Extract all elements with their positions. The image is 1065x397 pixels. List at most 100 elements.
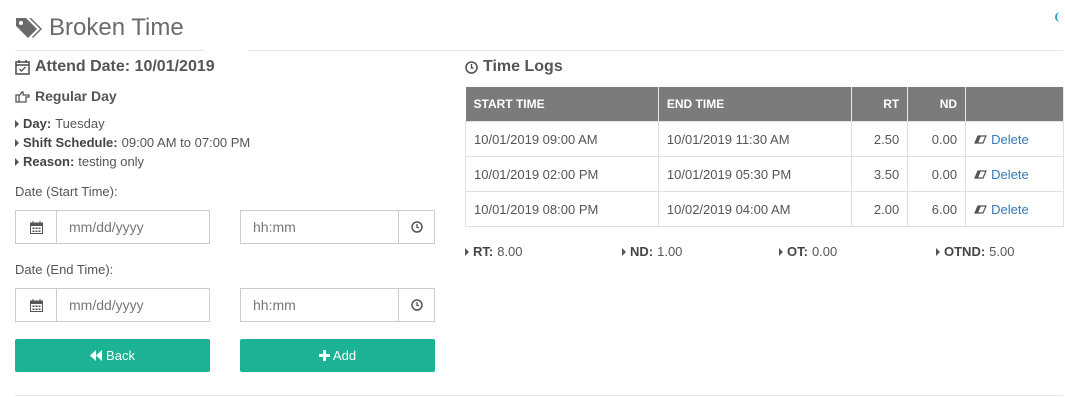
divider bbox=[248, 50, 1063, 51]
start-date-input[interactable] bbox=[57, 211, 209, 243]
add-button[interactable]: Add bbox=[240, 339, 435, 372]
clock-icon bbox=[465, 60, 478, 74]
hand-right-icon bbox=[15, 90, 30, 103]
cell-start-time: 10/01/2019 02:00 PM bbox=[465, 156, 659, 192]
cell-nd: 6.00 bbox=[907, 191, 967, 227]
back-button-label: Back bbox=[106, 348, 135, 363]
column-header-start-time: START TIME bbox=[465, 87, 659, 122]
end-date-input[interactable] bbox=[57, 289, 209, 321]
cell-rt: 3.50 bbox=[851, 156, 909, 192]
total-value: 5.00 bbox=[989, 244, 1015, 259]
total-value: 8.00 bbox=[497, 244, 523, 259]
detail-shift-schedule: Shift Schedule: 09:00 AM to 07:00 PM bbox=[15, 133, 435, 152]
detail-key: Shift Schedule: bbox=[23, 135, 118, 150]
detail-key: Reason: bbox=[23, 154, 75, 169]
delete-label: Delete bbox=[991, 201, 1029, 217]
end-time-group bbox=[240, 288, 435, 322]
page-header: Broken Time bbox=[15, 11, 184, 45]
divider bbox=[15, 50, 205, 51]
column-header-actions bbox=[965, 87, 1064, 122]
attend-date-label: Attend Date: 10/01/2019 bbox=[35, 58, 215, 75]
total-rt: RT: 8.00 bbox=[465, 244, 622, 259]
caret-right-icon bbox=[15, 119, 19, 128]
cell-rt: 2.00 bbox=[851, 191, 909, 227]
total-key: OTND: bbox=[944, 244, 986, 259]
cell-end-time: 10/01/2019 05:30 PM bbox=[657, 156, 853, 192]
clock-icon[interactable] bbox=[398, 211, 434, 243]
table-header-row: START TIME END TIME RT ND bbox=[465, 87, 1064, 122]
eraser-icon bbox=[974, 134, 988, 144]
total-key: RT: bbox=[473, 244, 494, 259]
details-list: Day: Tuesday Shift Schedule: 09:00 AM to… bbox=[15, 114, 435, 171]
form-panel: Attend Date: 10/01/2019 Regular Day Day:… bbox=[15, 56, 435, 372]
day-type-label: Regular Day bbox=[35, 88, 117, 104]
cell-start-time: 10/01/2019 09:00 AM bbox=[465, 121, 659, 157]
totals-row: RT: 8.00 ND: 1.00 OT: 0.00 OTND: 5.00 bbox=[465, 244, 1064, 259]
cell-end-time: 10/02/2019 04:00 AM bbox=[657, 191, 853, 227]
caret-right-icon bbox=[15, 157, 19, 166]
start-time-input[interactable] bbox=[241, 211, 398, 243]
cell-actions: Delete bbox=[965, 191, 1064, 227]
delete-label: Delete bbox=[991, 166, 1029, 182]
time-logs-panel: Time Logs START TIME END TIME RT ND 10/0… bbox=[465, 56, 1064, 259]
calendar-icon[interactable] bbox=[16, 289, 57, 321]
delete-label: Delete bbox=[991, 131, 1029, 147]
start-time-label: Date (Start Time): bbox=[15, 184, 118, 199]
end-time-row bbox=[15, 288, 435, 322]
back-button[interactable]: Back bbox=[15, 339, 210, 372]
caret-right-icon bbox=[622, 247, 626, 256]
delete-link[interactable]: Delete bbox=[974, 167, 1055, 182]
caret-right-icon bbox=[779, 247, 783, 256]
detail-reason: Reason: testing only bbox=[15, 152, 435, 171]
delete-link[interactable]: Delete bbox=[974, 202, 1055, 217]
cell-nd: 0.00 bbox=[907, 156, 967, 192]
footer-divider bbox=[15, 395, 1063, 396]
time-logs-table: START TIME END TIME RT ND 10/01/2019 09:… bbox=[465, 87, 1064, 227]
time-logs-heading: Time Logs bbox=[465, 56, 1064, 78]
cell-rt: 2.50 bbox=[851, 121, 909, 157]
total-nd: ND: 1.00 bbox=[622, 244, 779, 259]
detail-value: testing only bbox=[78, 154, 145, 169]
caret-right-icon bbox=[465, 247, 469, 256]
caret-right-icon bbox=[936, 247, 940, 256]
detail-value: Tuesday bbox=[55, 116, 105, 131]
column-header-nd: ND bbox=[907, 87, 967, 122]
add-button-label: Add bbox=[332, 348, 357, 363]
attend-date-heading: Attend Date: 10/01/2019 bbox=[15, 56, 435, 78]
calendar-icon[interactable] bbox=[16, 211, 57, 243]
total-otnd: OTND: 5.00 bbox=[936, 244, 1064, 259]
day-type-heading: Regular Day bbox=[15, 86, 435, 106]
start-time-group bbox=[240, 210, 435, 244]
caret-right-icon bbox=[15, 138, 19, 147]
start-time-row bbox=[15, 210, 435, 244]
column-header-end-time: END TIME bbox=[658, 87, 853, 122]
table-row: 10/01/2019 02:00 PM 10/01/2019 05:30 PM … bbox=[465, 156, 1064, 192]
detail-day: Day: Tuesday bbox=[15, 114, 435, 133]
end-date-group bbox=[15, 288, 210, 322]
total-ot: OT: 0.00 bbox=[779, 244, 936, 259]
cell-nd: 0.00 bbox=[907, 121, 967, 157]
start-date-group bbox=[15, 210, 210, 244]
table-row: 10/01/2019 08:00 PM 10/02/2019 04:00 AM … bbox=[465, 191, 1064, 227]
tags-icon bbox=[16, 18, 42, 38]
end-time-label: Date (End Time): bbox=[15, 262, 114, 277]
total-key: ND: bbox=[630, 244, 654, 259]
calendar-check-icon bbox=[15, 60, 30, 75]
eraser-icon bbox=[974, 204, 988, 214]
time-logs-title: Time Logs bbox=[483, 58, 563, 75]
backward-icon bbox=[90, 350, 103, 361]
total-value: 1.00 bbox=[657, 244, 683, 259]
total-key: OT: bbox=[787, 244, 808, 259]
cell-actions: Delete bbox=[965, 156, 1064, 192]
delete-link[interactable]: Delete bbox=[974, 132, 1055, 147]
end-time-input[interactable] bbox=[241, 289, 398, 321]
eraser-icon bbox=[974, 169, 988, 179]
detail-key: Day: bbox=[23, 116, 52, 131]
corner-indicator bbox=[1055, 12, 1063, 22]
total-value: 0.00 bbox=[811, 244, 838, 259]
clock-icon[interactable] bbox=[398, 289, 434, 321]
column-header-rt: RT bbox=[851, 87, 909, 122]
detail-value: 09:00 AM to 07:00 PM bbox=[121, 135, 251, 150]
page-title: Broken Time bbox=[49, 14, 184, 41]
cell-end-time: 10/01/2019 11:30 AM bbox=[657, 121, 853, 157]
